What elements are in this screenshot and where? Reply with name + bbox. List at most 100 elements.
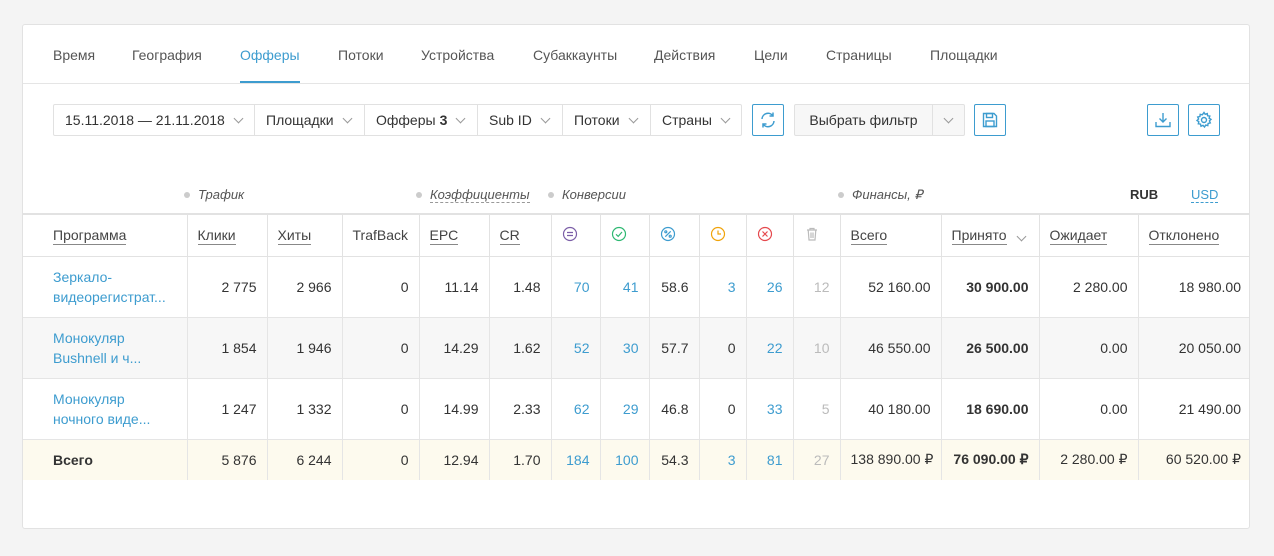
tab-actions[interactable]: Действия [654,47,715,63]
tab-pages[interactable]: Страницы [826,47,892,63]
date-range-dropdown[interactable]: 15.11.2018 — 21.11.2018 [54,105,255,135]
tab-platforms[interactable]: Площадки [930,47,998,63]
cell-conv-pending[interactable]: 3 [698,256,746,318]
refresh-button[interactable] [752,104,784,136]
cell-clicks: 1 247 [186,378,267,440]
date-range-value: 15.11.2018 — 21.11.2018 [65,112,225,128]
total-label: Всего [23,439,187,480]
table-row: Зеркало-видеорегистрат... 2 775 2 966 0 … [23,256,1249,318]
cell-trafback: 0 [341,378,419,440]
cell-fin-rejected: 18 980.00 [1137,256,1249,318]
cell-conv-trash: 12 [792,256,840,318]
cell-trafback: 0 [341,317,419,379]
approved-check-icon [611,226,626,241]
program-link[interactable]: Зеркало-видеорегистрат... [23,256,187,318]
select-filter-dropdown[interactable]: Выбрать фильтр [794,104,965,136]
chevron-down-icon [943,113,954,123]
tab-goals[interactable]: Цели [754,47,788,63]
chevron-down-icon [455,113,466,123]
offers-label: Офферы [376,112,436,128]
col-program[interactable]: Программа [23,213,187,257]
platforms-dropdown[interactable]: Площадки [255,105,365,135]
tab-time[interactable]: Время [53,47,95,63]
tab-offers[interactable]: Офферы [240,47,300,63]
col-conv-pending[interactable] [698,213,746,257]
total-fin-pending: 2 280.00 ₽ [1038,439,1138,480]
currency-rub[interactable]: RUB [1130,187,1158,202]
cell-conv-trash: 5 [792,378,840,440]
flows-dropdown[interactable]: Потоки [563,105,651,135]
program-link[interactable]: Монокуляр Bushnell и ч... [23,317,187,379]
total-conv-rejected[interactable]: 81 [745,439,793,480]
col-conv-approved[interactable] [599,213,649,257]
tab-flows[interactable]: Потоки [338,47,384,63]
stats-table: Программа Клики Хиты TrafBack EPC CR Все… [23,213,1249,480]
col-cr[interactable]: CR [488,213,551,257]
col-fin-accepted[interactable]: Принято [940,213,1039,257]
col-clicks[interactable]: Клики [186,213,267,257]
cell-conv-rejected[interactable]: 22 [745,317,793,379]
col-conv-percent[interactable] [648,213,699,257]
cell-fin-total: 52 160.00 [839,256,941,318]
cell-conv-approved[interactable]: 30 [599,317,649,379]
group-coefficients[interactable]: Коэффициенты [416,187,530,203]
subid-dropdown[interactable]: Sub ID [478,105,563,135]
tab-geography[interactable]: География [132,47,202,63]
table-header-row: Программа Клики Хиты TrafBack EPC CR Все… [23,213,1249,257]
program-link[interactable]: Монокуляр ночного виде... [23,378,187,440]
cell-conv-approved[interactable]: 41 [599,256,649,318]
select-filter-toggle[interactable] [933,105,964,135]
col-conv-all[interactable] [550,213,600,257]
download-tray-icon [1155,113,1171,128]
sort-chevron-down-icon [1016,231,1027,242]
col-trafback: TrafBack [341,213,419,257]
cell-fin-pending: 2 280.00 [1038,256,1138,318]
cell-hits: 1 946 [266,317,342,379]
group-traffic: Трафик [184,187,244,202]
cell-conv-rejected[interactable]: 26 [745,256,793,318]
countries-dropdown[interactable]: Страны [651,105,741,135]
chevron-down-icon [720,113,731,123]
save-filter-button[interactable] [974,104,1006,136]
cell-fin-rejected: 21 490.00 [1137,378,1249,440]
cell-conv-approved[interactable]: 29 [599,378,649,440]
cell-conv-rejected[interactable]: 33 [745,378,793,440]
offers-dropdown[interactable]: Офферы 3 [365,105,478,135]
cell-conv-all[interactable]: 52 [550,317,600,379]
total-trafback: 0 [341,439,419,480]
tab-subaccounts[interactable]: Субаккаунты [533,47,617,63]
chevron-down-icon [342,113,353,123]
total-conv-approved[interactable]: 100 [599,439,649,480]
total-clicks: 5 876 [186,439,267,480]
cell-fin-pending: 0.00 [1038,317,1138,379]
total-fin-rejected: 60 520.00 ₽ [1137,439,1249,480]
group-finance: Финансы, ₽ [838,187,923,203]
total-fin-total: 138 890.00 ₽ [839,439,941,480]
table-row: Монокуляр ночного виде... 1 247 1 332 0 … [23,378,1249,440]
total-conv-trash: 27 [792,439,840,480]
total-conv-all[interactable]: 184 [550,439,600,480]
col-fin-total[interactable]: Всего [839,213,941,257]
export-button[interactable] [1147,104,1179,136]
settings-button[interactable] [1188,104,1220,136]
statistics-card: Время География Офферы Потоки Устройства… [22,24,1250,529]
cell-conv-all[interactable]: 70 [550,256,600,318]
cell-conv-all[interactable]: 62 [550,378,600,440]
cell-conv-percent: 58.6 [648,256,699,318]
total-conv-pending[interactable]: 3 [698,439,746,480]
cell-fin-rejected: 20 050.00 [1137,317,1249,379]
cell-clicks: 1 854 [186,317,267,379]
report-tabs: Время География Офферы Потоки Устройства… [23,25,1249,84]
col-fin-pending[interactable]: Ожидает [1038,213,1138,257]
cell-cr: 1.48 [488,256,551,318]
col-hits[interactable]: Хиты [266,213,342,257]
col-conv-trash[interactable] [792,213,840,257]
total-fin-accepted: 76 090.00 ₽ [940,439,1039,480]
currency-usd[interactable]: USD [1191,187,1219,203]
col-conv-rejected[interactable] [745,213,793,257]
col-fin-rejected[interactable]: Отклонено [1137,213,1249,257]
col-epc[interactable]: EPC [418,213,489,257]
cell-fin-pending: 0.00 [1038,378,1138,440]
tab-devices[interactable]: Устройства [421,47,494,63]
percent-icon [660,226,675,241]
